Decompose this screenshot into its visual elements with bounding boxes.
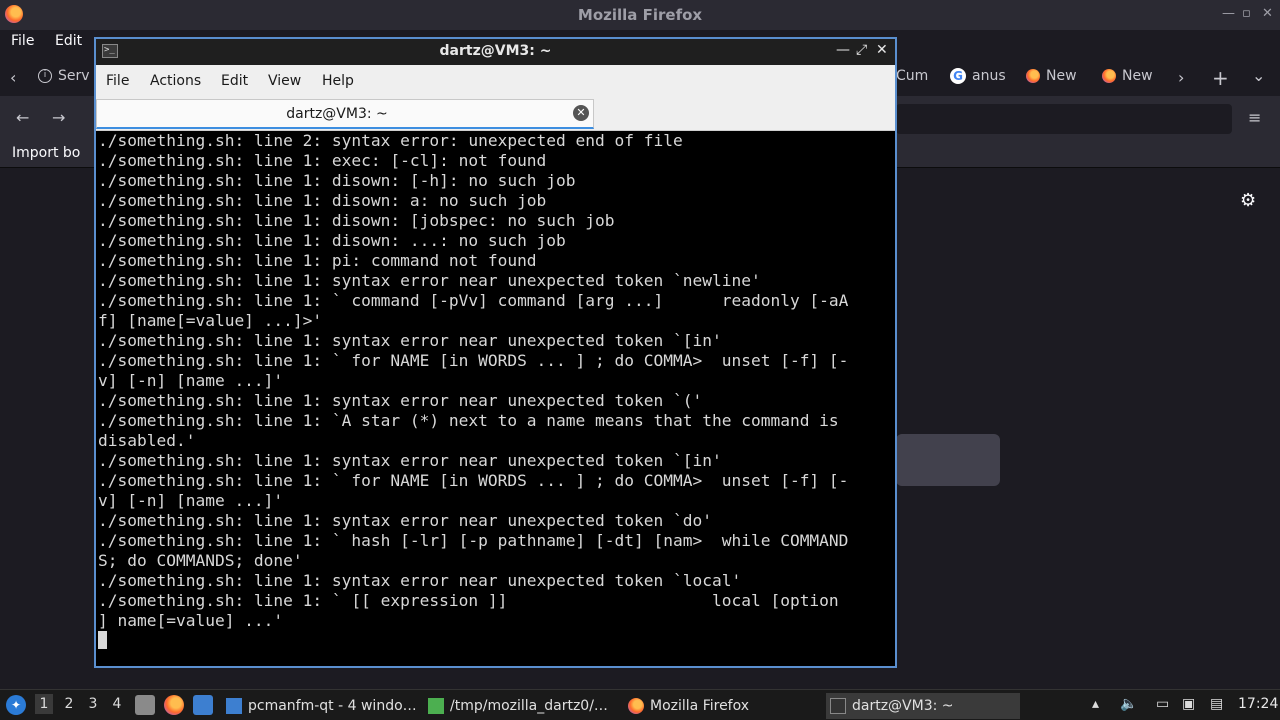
desktop-1[interactable]: 1 bbox=[35, 694, 53, 714]
terminal-line: ./something.sh: line 1: disown: ...: no … bbox=[98, 231, 566, 250]
archive-icon bbox=[428, 698, 444, 714]
gear-icon[interactable]: ⚙ bbox=[1240, 190, 1256, 211]
terminal-line: ./something.sh: line 1: `A star (*) next… bbox=[98, 411, 839, 430]
terminal-line: ./something.sh: line 1: exec: [-cl]: not… bbox=[98, 151, 547, 170]
terminal-line: ./something.sh: line 2: syntax error: un… bbox=[98, 131, 683, 150]
back-icon[interactable]: ← bbox=[16, 108, 29, 127]
import-bookmarks-button[interactable]: Import bo bbox=[12, 145, 80, 161]
scroll-tabs-right-icon[interactable]: › bbox=[1178, 68, 1184, 87]
terminal-tab[interactable]: dartz@VM3: ~ ✕ bbox=[96, 99, 594, 129]
firefox-tab-icon bbox=[1102, 69, 1116, 83]
terminal-line: v] [-n] [name ...]' bbox=[98, 491, 284, 510]
maximize-icon[interactable]: ▫ bbox=[1242, 6, 1251, 21]
volume-icon[interactable]: 🔈 bbox=[1120, 696, 1137, 712]
terminal-line: ./something.sh: line 1: disown: a: no su… bbox=[98, 191, 547, 210]
task-firefox[interactable]: Mozilla Firefox bbox=[624, 693, 820, 719]
desktop-3[interactable]: 3 bbox=[84, 696, 102, 712]
tab-new-1[interactable]: New bbox=[1026, 68, 1077, 84]
terminal-line: ./something.sh: line 1: ` hash [-lr] [-p… bbox=[98, 531, 849, 550]
taskbar: ✦ 1 2 3 4 pcmanfm-qt - 4 windo… /tmp/moz… bbox=[0, 689, 1280, 720]
terminal-line: ./something.sh: line 1: ` [[ expression … bbox=[98, 591, 839, 610]
terminal-text: ./something.sh: line 2: syntax error: un… bbox=[98, 131, 848, 631]
terminal-tab-label: dartz@VM3: ~ bbox=[286, 106, 388, 122]
terminal-line: ] name[=value] ...' bbox=[98, 611, 284, 630]
menu-file[interactable]: File bbox=[106, 73, 129, 89]
terminal-window: >_ dartz@VM3: ~ — ⤢ ✕ File Actions Edit … bbox=[94, 37, 897, 668]
menu-edit[interactable]: Edit bbox=[55, 33, 82, 49]
terminal-line: ./something.sh: line 1: syntax error nea… bbox=[98, 511, 712, 530]
terminal-cursor bbox=[98, 631, 107, 649]
app-menu-icon[interactable]: ≡ bbox=[1248, 108, 1261, 127]
menu-file[interactable]: File bbox=[11, 33, 34, 49]
tab-new-2[interactable]: New bbox=[1102, 68, 1153, 84]
terminal-line: ./something.sh: line 1: syntax error nea… bbox=[98, 331, 722, 350]
terminal-titlebar: >_ dartz@VM3: ~ — ⤢ ✕ bbox=[96, 39, 895, 65]
terminal-output[interactable]: ./something.sh: line 2: syntax error: un… bbox=[96, 131, 895, 666]
search-card[interactable] bbox=[896, 434, 1000, 486]
terminal-line: ./something.sh: line 1: disown: [jobspec… bbox=[98, 211, 615, 230]
menu-view[interactable]: View bbox=[268, 73, 301, 89]
terminal-line: ./something.sh: line 1: ` for NAME [in W… bbox=[98, 471, 849, 490]
clock: 17:24 bbox=[1238, 696, 1279, 712]
close-icon[interactable]: ✕ bbox=[1262, 6, 1273, 21]
new-tab-icon[interactable]: + bbox=[1212, 66, 1229, 90]
terminal-window-title: dartz@VM3: ~ bbox=[439, 43, 552, 59]
terminal-line: ./something.sh: line 1: syntax error nea… bbox=[98, 391, 703, 410]
menu-edit[interactable]: Edit bbox=[221, 73, 248, 89]
terminal-line: disabled.' bbox=[98, 431, 196, 450]
close-icon[interactable]: ✕ bbox=[876, 42, 888, 58]
task-tmp-mozilla[interactable]: /tmp/mozilla_dartz0/… bbox=[424, 693, 618, 719]
tab-google[interactable]: G anus bbox=[950, 68, 1006, 84]
terminal-line: ./something.sh: line 1: syntax error nea… bbox=[98, 571, 742, 590]
terminal-icon bbox=[830, 698, 846, 714]
list-tabs-icon[interactable]: ⌄ bbox=[1252, 66, 1265, 85]
terminal-line: f] [name[=value] ...]>' bbox=[98, 311, 323, 330]
clipboard-icon[interactable]: ▭ bbox=[1156, 696, 1169, 712]
scroll-tabs-left-icon[interactable]: ‹ bbox=[10, 68, 16, 87]
url-bar[interactable] bbox=[896, 104, 1232, 134]
tab-serv[interactable]: i Serv bbox=[38, 68, 90, 84]
forward-icon[interactable]: → bbox=[52, 108, 65, 127]
menu-actions[interactable]: Actions bbox=[150, 73, 201, 89]
start-menu-icon[interactable]: ✦ bbox=[6, 695, 26, 715]
task-pcmanfm[interactable]: pcmanfm-qt - 4 windo… bbox=[222, 693, 418, 719]
firefox-tab-icon bbox=[1026, 69, 1040, 83]
minimize-icon[interactable]: — bbox=[1222, 6, 1235, 21]
close-tab-icon[interactable]: ✕ bbox=[573, 105, 589, 121]
file-manager-launcher-icon[interactable] bbox=[193, 695, 213, 715]
network-icon[interactable]: ▤ bbox=[1210, 696, 1223, 712]
task-terminal[interactable]: dartz@VM3: ~ bbox=[826, 693, 1020, 719]
terminal-tabbar: dartz@VM3: ~ ✕ bbox=[96, 97, 895, 131]
maximize-icon[interactable]: ⤢ bbox=[856, 42, 867, 58]
terminal-line: ./something.sh: line 1: ` for NAME [in W… bbox=[98, 351, 849, 370]
terminal-line: ./something.sh: line 1: disown: [-h]: no… bbox=[98, 171, 576, 190]
terminal-line: v] [-n] [name ...]' bbox=[98, 371, 284, 390]
display-icon[interactable]: ▣ bbox=[1182, 696, 1195, 712]
tray-up-arrow-icon[interactable]: ▴ bbox=[1092, 696, 1099, 712]
terminal-line: ./something.sh: line 1: syntax error nea… bbox=[98, 451, 722, 470]
terminal-line: S; do COMMANDS; done' bbox=[98, 551, 303, 570]
terminal-menubar: File Actions Edit View Help bbox=[96, 65, 895, 97]
minimize-icon[interactable]: — bbox=[836, 42, 850, 58]
terminal-line: ./something.sh: line 1: pi: command not … bbox=[98, 251, 537, 270]
terminal-line: ./something.sh: line 1: ` command [-pVv]… bbox=[98, 291, 849, 310]
terminal-line: ./something.sh: line 1: syntax error nea… bbox=[98, 271, 761, 290]
firefox-launcher-icon[interactable] bbox=[164, 695, 184, 715]
firefox-window-title: Mozilla Firefox bbox=[577, 6, 703, 24]
info-icon: i bbox=[38, 69, 52, 83]
firefox-icon bbox=[628, 698, 644, 714]
desktop-2[interactable]: 2 bbox=[60, 696, 78, 712]
show-desktop-icon[interactable] bbox=[135, 695, 155, 715]
google-icon: G bbox=[950, 68, 966, 84]
folder-icon bbox=[226, 698, 242, 714]
firefox-titlebar: Mozilla Firefox — ▫ ✕ bbox=[0, 0, 1280, 30]
tab-cum[interactable]: Cum bbox=[896, 68, 928, 84]
menu-help[interactable]: Help bbox=[322, 73, 354, 89]
desktop-4[interactable]: 4 bbox=[108, 696, 126, 712]
